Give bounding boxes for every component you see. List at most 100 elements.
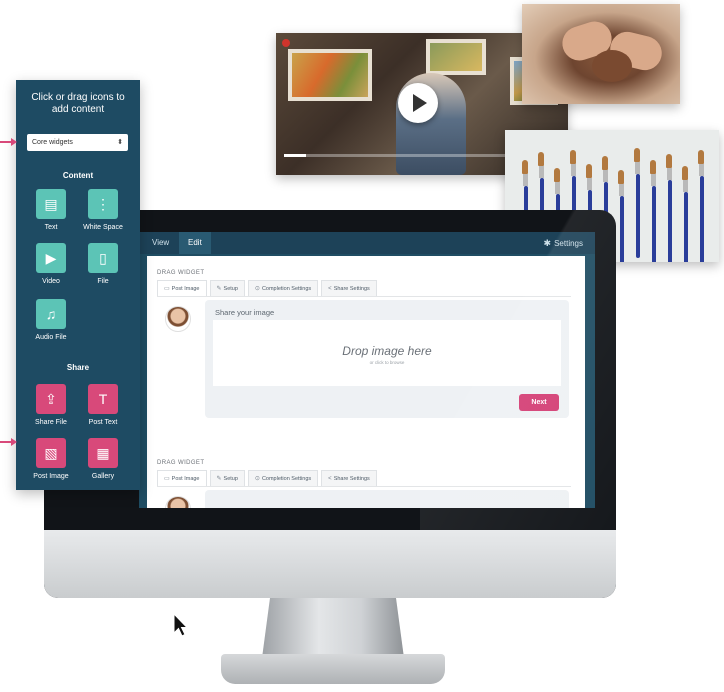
widget-label: File [97, 278, 109, 285]
widget-label: Text [44, 224, 58, 231]
brush-ferrule [571, 164, 576, 176]
post-image-card [157, 484, 571, 508]
pencil-icon: ✎ [216, 286, 222, 292]
brush-handle [699, 176, 704, 262]
widget-label: Gallery [91, 473, 115, 480]
brush-ferrule [539, 166, 544, 178]
record-indicator [282, 39, 290, 47]
audio-file-icon: ♫ [36, 299, 66, 329]
share-box [205, 490, 569, 508]
brush-handle [667, 180, 672, 262]
share-icon: < [328, 286, 332, 292]
painting [426, 39, 486, 75]
widget-set-select[interactable]: Core widgets ⬍ [27, 134, 128, 151]
post-image-icon: ▧ [36, 438, 66, 468]
widget-label: Video [42, 278, 60, 285]
drag-widget[interactable]: DRAG WIDGET ▭ Post Image ✎ Setup ⊙ Completi… [157, 270, 571, 418]
widget-share-file[interactable]: ⇪ Share File [26, 384, 76, 426]
brush-bristles [618, 170, 624, 184]
brush-bristles [682, 166, 688, 180]
drop-title: Drop image here [342, 344, 432, 358]
widget-label: Post Text [88, 419, 118, 426]
app-screen: View Edit ✱ Settings DRAG WIDGET ▭ Post Im… [139, 232, 595, 508]
file-icon: ▯ [88, 243, 118, 273]
share-file-icon: ⇪ [36, 384, 66, 414]
share-icon: < [328, 476, 332, 482]
brush-ferrule [635, 162, 640, 174]
dropdown-caret-icon: ⬍ [117, 139, 123, 146]
text-document-icon: ▤ [36, 189, 66, 219]
widget-post-text[interactable]: T Post Text [78, 384, 128, 426]
widget-white-space[interactable]: ⋮ White Space [78, 189, 128, 231]
widget-label: Audio File [35, 334, 67, 341]
tab-view[interactable]: View [143, 232, 179, 254]
brush-bristles [602, 156, 608, 170]
pointer-arrow-icon [0, 138, 17, 146]
brush-ferrule [699, 164, 704, 176]
clay-pot [592, 50, 632, 82]
brush-bristles [650, 160, 656, 174]
gallery-icon: ▦ [88, 438, 118, 468]
brush-handle [635, 174, 640, 258]
widget-label: Share File [35, 419, 67, 426]
check-circle-icon: ⊙ [254, 476, 260, 482]
play-icon[interactable] [398, 83, 438, 123]
image-icon: ▭ [164, 286, 170, 292]
widget-video[interactable]: ▶ Video [26, 243, 76, 285]
panel-title: Click or drag icons to add content [31, 92, 125, 115]
widget-gallery[interactable]: ▦ Gallery [78, 438, 128, 480]
brush-ferrule [619, 184, 624, 196]
share-title: Share your image [215, 308, 275, 317]
drag-widget[interactable]: DRAG WIDGET ▭ Post Image ✎ Setup ⊙ Completi… [157, 460, 571, 508]
tab-label: Setup [223, 476, 238, 482]
avatar [165, 496, 191, 508]
painting [288, 49, 372, 101]
share-heading: Share [66, 363, 90, 372]
video-icon: ▶ [36, 243, 66, 273]
widget-post-image[interactable]: ▧ Post Image [26, 438, 76, 480]
brush-bristles [554, 168, 560, 182]
brush-bristles [570, 150, 576, 164]
widget-file[interactable]: ▯ File [78, 243, 128, 285]
pointer-arrow-icon [0, 438, 17, 446]
pottery-photo [522, 4, 680, 104]
brush-ferrule [651, 174, 656, 186]
share-box: Share your image Drop image here or clic… [205, 300, 569, 418]
drop-subtitle: or click to browse [369, 360, 405, 365]
settings-link[interactable]: ✱ Settings [544, 232, 583, 254]
image-drop-zone[interactable]: Drop image here or click to browse [213, 320, 561, 386]
brush-ferrule [555, 182, 560, 194]
brush-handle [683, 192, 688, 262]
brush-bristles [586, 164, 592, 178]
editor-canvas: DRAG WIDGET ▭ Post Image ✎ Setup ⊙ Completi… [147, 256, 585, 508]
brush-ferrule [603, 170, 608, 182]
tab-label: Share Settings [333, 286, 370, 292]
brush-bristles [522, 160, 528, 174]
mouse-cursor-icon [173, 613, 189, 637]
post-image-card: Share your image Drop image here or clic… [157, 294, 571, 420]
monitor-chin [44, 530, 616, 598]
white-space-icon: ⋮ [88, 189, 118, 219]
widget-label: Post Image [33, 473, 69, 480]
brush-ferrule [523, 174, 528, 186]
avatar [165, 306, 191, 332]
brush-handle [619, 196, 624, 262]
video-progress-fill [284, 154, 307, 157]
widget-text[interactable]: ▤ Text [26, 189, 76, 231]
tab-label: Setup [223, 286, 238, 292]
widget-title: DRAG WIDGET [157, 460, 205, 466]
widget-label: White Space [83, 224, 123, 231]
select-value: Core widgets [32, 139, 73, 146]
content-heading: Content [62, 171, 94, 180]
tab-edit[interactable]: Edit [179, 232, 211, 254]
tab-label: Post Image [171, 476, 200, 482]
pencil-icon: ✎ [216, 476, 222, 482]
widget-audio-file[interactable]: ♫ Audio File [26, 299, 76, 341]
tab-label: Post Image [171, 286, 200, 292]
monitor-base [221, 654, 445, 684]
monitor-stand [262, 594, 404, 658]
next-button[interactable]: Next [519, 394, 559, 411]
widget-panel: Click or drag icons to add content Core … [16, 80, 140, 490]
check-circle-icon: ⊙ [254, 286, 260, 292]
brush-bristles [538, 152, 544, 166]
